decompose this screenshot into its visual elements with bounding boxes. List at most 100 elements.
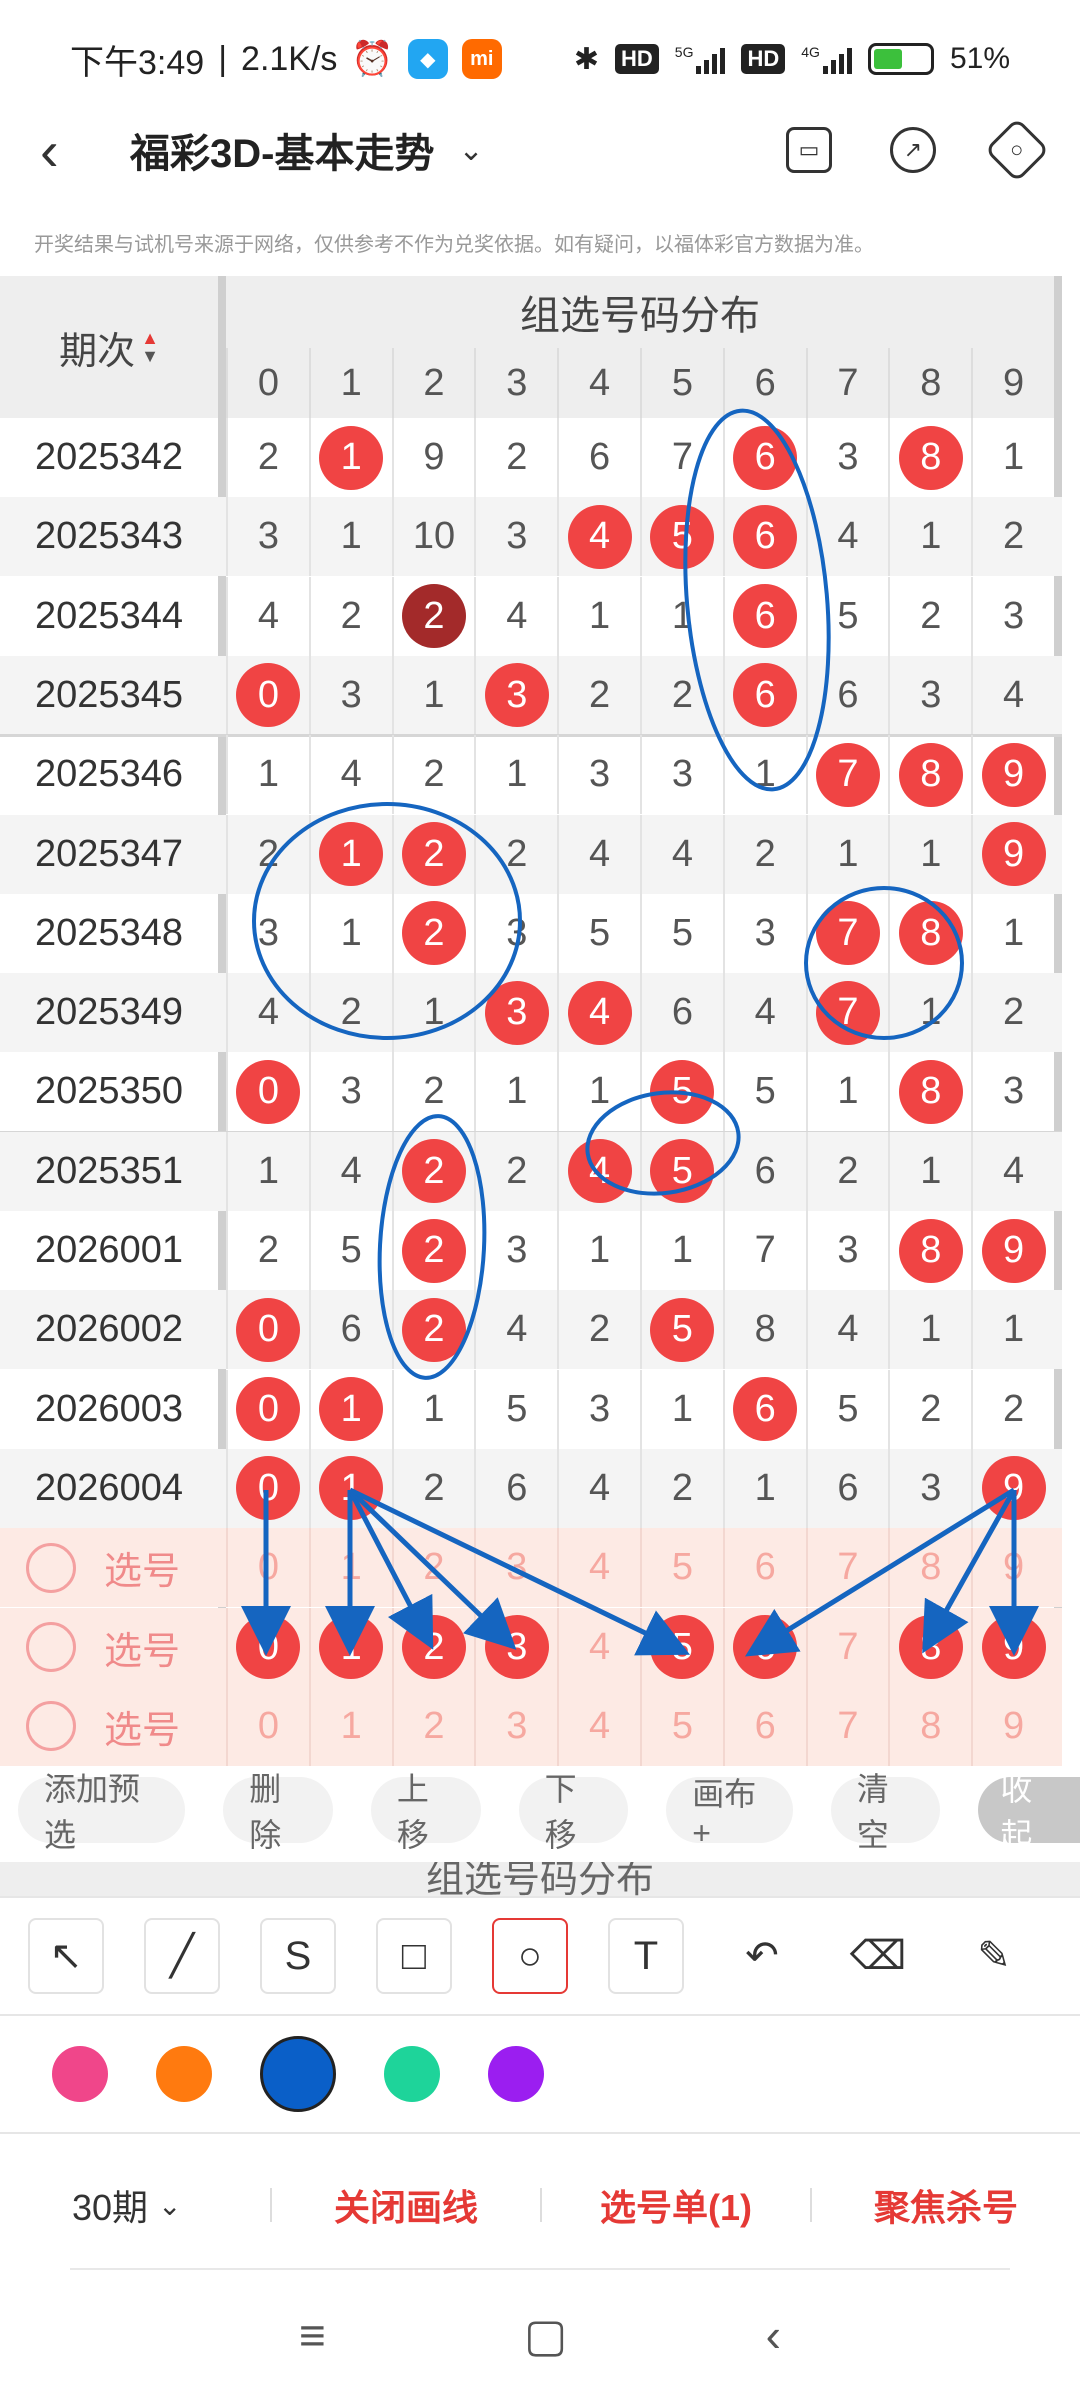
selector-digit-6[interactable]: 6 xyxy=(722,1607,806,1687)
clear-brush-icon[interactable]: ✎ xyxy=(956,1918,1032,1994)
share-icon[interactable]: ↗ xyxy=(890,127,936,173)
undo-icon[interactable]: ↶ xyxy=(724,1918,800,1994)
selector-digit-6[interactable]: 6 xyxy=(722,1686,806,1766)
device-layout-icon[interactable]: ▭ xyxy=(786,127,832,173)
selector-digit-5[interactable]: 5 xyxy=(639,1528,723,1608)
selected-ball[interactable]: 3 xyxy=(484,1615,549,1679)
curve-tool-icon[interactable]: S xyxy=(260,1918,336,1994)
color-swatch[interactable] xyxy=(52,2046,108,2102)
selector-digit-3[interactable]: 3 xyxy=(474,1528,557,1608)
table-cell: 7 xyxy=(722,1211,806,1290)
selector-digit-9[interactable]: 9 xyxy=(971,1607,1054,1687)
chip-button[interactable]: 画布+ xyxy=(666,1776,793,1851)
sort-icon[interactable]: ▲ ▼ xyxy=(141,329,159,365)
selected-ball[interactable]: 8 xyxy=(898,1615,963,1679)
radio-icon[interactable] xyxy=(26,1701,76,1752)
color-swatch[interactable] xyxy=(384,2046,440,2102)
selector-digit-3[interactable]: 3 xyxy=(474,1686,557,1766)
selector-digit-4[interactable]: 4 xyxy=(557,1686,640,1766)
settings-icon[interactable]: ○ xyxy=(984,117,1050,183)
collapse-button[interactable]: 收起 xyxy=(978,1771,1080,1853)
table-cell: 3 xyxy=(226,497,309,577)
hit-ball: 0 xyxy=(236,1456,301,1521)
table-cell: 6 xyxy=(308,1290,392,1370)
selected-ball[interactable]: 0 xyxy=(236,1615,301,1679)
text-tool-icon[interactable]: T xyxy=(608,1918,684,1994)
color-swatch[interactable] xyxy=(488,2046,544,2102)
table-cell: 3 xyxy=(805,418,889,497)
period-id: 2026004 xyxy=(35,1466,183,1509)
selector-digit-5[interactable]: 5 xyxy=(639,1607,723,1687)
table-cell: 9 xyxy=(391,418,475,497)
radio-icon[interactable] xyxy=(26,1542,76,1593)
selector-digit-9[interactable]: 9 xyxy=(971,1686,1054,1766)
back-icon[interactable]: ‹ xyxy=(40,118,100,183)
selector-toggle[interactable]: 选号 xyxy=(0,1528,218,1607)
digit-header-4: 4 xyxy=(557,348,640,418)
chip-button[interactable]: 上移 xyxy=(370,1771,481,1853)
line-tool-icon[interactable]: ╱ xyxy=(144,1918,220,1994)
selector-toggle[interactable]: 选号 xyxy=(0,1608,218,1687)
battery-level: 51% xyxy=(949,42,1010,75)
radio-icon[interactable] xyxy=(26,1622,76,1672)
selector-digit-5[interactable]: 5 xyxy=(639,1686,723,1766)
chip-button[interactable]: 下移 xyxy=(518,1771,629,1853)
selected-ball[interactable]: 5 xyxy=(650,1615,715,1679)
color-swatch[interactable] xyxy=(260,2036,336,2112)
period-id: 2025342 xyxy=(35,436,183,478)
digit-header-7: 7 xyxy=(805,348,889,418)
mi-notification-icon: mi xyxy=(461,39,502,79)
period-header[interactable]: 期次 ▲ ▼ xyxy=(0,276,218,418)
chip-button[interactable]: 添加预选 xyxy=(18,1771,186,1853)
selector-digit-7[interactable]: 7 xyxy=(805,1607,889,1687)
period-id: 2026002 xyxy=(35,1308,183,1351)
back-nav-icon[interactable]: ‹ xyxy=(766,2308,781,2362)
focus-kill-button[interactable]: 聚焦杀号 xyxy=(812,2179,1080,2231)
selector-digit-1[interactable]: 1 xyxy=(308,1528,392,1608)
table-cell: 2 xyxy=(639,1448,723,1528)
selector-digit-0[interactable]: 0 xyxy=(226,1686,309,1766)
selected-ball[interactable]: 9 xyxy=(981,1615,1046,1679)
selected-ball[interactable]: 2 xyxy=(401,1615,466,1679)
rectangle-tool-icon[interactable]: □ xyxy=(376,1918,452,1994)
selector-digit-4[interactable]: 4 xyxy=(557,1607,640,1687)
chip-button[interactable]: 清空 xyxy=(830,1771,941,1853)
hit-ball: 6 xyxy=(733,504,798,569)
circle-tool-icon[interactable]: ○ xyxy=(492,1918,568,1994)
selector-digit-4[interactable]: 4 xyxy=(557,1528,640,1608)
pick-list-button[interactable]: 选号单(1) xyxy=(542,2179,810,2231)
table-cell: 2 xyxy=(888,576,971,656)
selector-digit-7[interactable]: 7 xyxy=(805,1686,889,1766)
chip-button[interactable]: 删除 xyxy=(223,1771,333,1853)
selector-digit-6[interactable]: 6 xyxy=(722,1528,806,1608)
selected-ball[interactable]: 6 xyxy=(733,1615,798,1679)
hit-ball: 8 xyxy=(898,901,963,966)
selector-digit-0[interactable]: 0 xyxy=(226,1607,309,1687)
eraser-icon[interactable]: ⌫ xyxy=(840,1918,916,1994)
selector-digit-3[interactable]: 3 xyxy=(474,1607,557,1687)
page-title[interactable]: 福彩3D-基本走势 xyxy=(130,121,434,179)
selector-digit-1[interactable]: 1 xyxy=(308,1607,392,1687)
arrow-tool-icon[interactable]: ↖ xyxy=(28,1918,104,1994)
period-id: 2025344 xyxy=(35,594,183,637)
selector-digit-9[interactable]: 9 xyxy=(971,1528,1054,1608)
selector-digit-8[interactable]: 8 xyxy=(888,1686,971,1766)
close-lines-button[interactable]: 关闭画线 xyxy=(272,2179,540,2231)
table-cell: 5 xyxy=(639,1131,723,1211)
selector-toggle[interactable]: 选号 xyxy=(0,1687,218,1766)
selector-digit-0[interactable]: 0 xyxy=(226,1528,309,1608)
period-select[interactable]: 30期 ⌄ xyxy=(0,2179,270,2231)
selector-digit-7[interactable]: 7 xyxy=(805,1528,889,1608)
chevron-down-icon[interactable]: ⌄ xyxy=(458,133,483,168)
menu-icon[interactable]: ≡ xyxy=(299,2308,326,2362)
selector-digit-2[interactable]: 2 xyxy=(391,1686,475,1766)
color-swatch[interactable] xyxy=(156,2046,212,2102)
selector-digit-1[interactable]: 1 xyxy=(308,1686,392,1766)
home-icon[interactable]: ▢ xyxy=(524,2308,567,2362)
selected-ball[interactable]: 1 xyxy=(319,1615,384,1679)
selector-digit-8[interactable]: 8 xyxy=(888,1528,971,1608)
selector-digit-8[interactable]: 8 xyxy=(888,1607,971,1687)
selector-digit-2[interactable]: 2 xyxy=(391,1607,475,1687)
selector-digit-2[interactable]: 2 xyxy=(391,1528,475,1608)
table-row: 2025348 3 1 2 3 5 5 3 7 8 1 xyxy=(0,893,1062,973)
